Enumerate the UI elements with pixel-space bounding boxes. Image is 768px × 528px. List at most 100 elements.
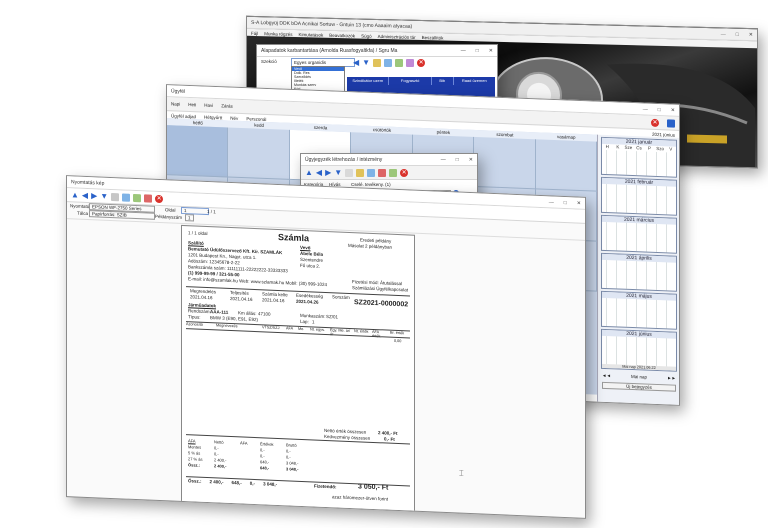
mini-month: 2021 június Mai nap 2021.06.22 — [601, 328, 677, 372]
export-icon[interactable] — [133, 193, 142, 202]
stop-icon[interactable]: ✕ — [155, 194, 164, 203]
copy-sub: Másolat 2 példányban — [348, 242, 393, 250]
maximize-icon[interactable]: □ — [736, 31, 739, 37]
zoom-out-icon[interactable] — [111, 192, 120, 201]
minimize-icon[interactable]: — — [721, 31, 726, 37]
print-icon[interactable] — [367, 168, 376, 177]
close-icon[interactable]: ✕ — [671, 107, 675, 113]
mini-month-days[interactable] — [602, 221, 676, 253]
next-page-icon[interactable]: ▶ — [91, 191, 97, 200]
pdf-icon[interactable] — [144, 193, 153, 203]
ok-icon[interactable] — [389, 168, 398, 177]
stop-icon[interactable]: ✕ — [400, 168, 409, 177]
dialog-title: Ügyjegyzék létrehozás / intézmény — [305, 156, 383, 163]
dialog-title-bar: Ügyjegyzék létrehozás / intézmény — □ ✕ — [301, 154, 477, 166]
fulfil-value: 2021.04.16 — [230, 295, 253, 302]
close-view-button[interactable]: Zárás — [221, 103, 233, 108]
day-cell[interactable] — [535, 139, 597, 192]
invoice-page: 1 / 1 oldal Számla Eredeti példány Másol… — [181, 224, 415, 513]
view-week-button[interactable]: Heti — [188, 102, 196, 107]
page-total: 1 / 1 — [207, 209, 216, 215]
tab[interactable]: Fogyasztó — [389, 77, 432, 85]
mini-month: 2021 május — [601, 290, 677, 330]
day-cell[interactable] — [167, 125, 229, 178]
print-icon[interactable] — [122, 192, 131, 202]
close-icon[interactable]: ✕ — [489, 48, 493, 54]
minimize-icon[interactable]: — — [441, 157, 446, 163]
due-value: 2021.04.26 — [296, 298, 319, 305]
day-cell[interactable] — [228, 127, 290, 180]
copies-field[interactable]: 1 — [185, 214, 194, 222]
maximize-icon[interactable]: □ — [456, 157, 459, 163]
activity-label: Cselé. tevékeny. (1) — [351, 182, 391, 187]
stop-icon[interactable]: ✕ — [651, 118, 659, 127]
cursor-icon: ⌶ — [459, 468, 464, 478]
vat-cell: 648,- — [260, 465, 270, 471]
stop-icon[interactable]: ✕ — [417, 59, 426, 67]
maximize-icon[interactable]: □ — [564, 199, 567, 205]
folder-icon[interactable] — [356, 168, 365, 177]
close-icon[interactable]: ✕ — [577, 200, 581, 206]
vat-cell — [240, 464, 254, 471]
first-page-icon[interactable]: ▲ — [71, 190, 79, 199]
day-cell[interactable] — [474, 136, 536, 190]
copies-label: Példányszám — [155, 213, 183, 220]
delete-icon[interactable] — [378, 168, 387, 177]
back-arrow-icon[interactable]: ◀ — [353, 59, 359, 67]
up-arrow-icon[interactable]: ▲ — [305, 168, 313, 177]
folder-icon[interactable] — [373, 59, 382, 67]
view-month-button[interactable]: Havi — [204, 103, 213, 108]
mini-month-days[interactable] — [602, 183, 676, 215]
amount-due-value: 3 050,- Ft — [358, 483, 389, 492]
close-icon[interactable]: ✕ — [749, 32, 753, 38]
down-arrow-icon[interactable]: ▼ — [334, 168, 342, 177]
page-label: Oldal — [165, 207, 176, 213]
nav-next-button[interactable]: ►► — [667, 375, 676, 380]
plate-value: AAA-111 — [210, 309, 229, 315]
window-title: S-A Lobgyüj DDK bDA Acnikai Sortuw - Gnt… — [251, 19, 413, 30]
menu-item[interactable]: Súgó — [361, 33, 372, 38]
window-title: Nyomtatás kép — [71, 178, 105, 187]
doc-icon[interactable] — [345, 168, 354, 177]
mini-month-days[interactable] — [602, 259, 676, 291]
mini-month-days[interactable] — [602, 149, 676, 177]
check-icon[interactable] — [395, 59, 404, 67]
tool-icon[interactable] — [406, 59, 415, 67]
last-page-icon[interactable]: ▼ — [100, 191, 108, 200]
maximize-icon[interactable]: □ — [658, 107, 661, 113]
minimize-icon[interactable]: — — [643, 106, 648, 112]
sub-tool[interactable]: Név — [230, 115, 238, 120]
help-icon[interactable] — [667, 118, 675, 128]
worksheet-value: SZ/01 — [326, 314, 339, 320]
vat-cell: Össz.: — [188, 462, 201, 468]
doc-icon[interactable] — [384, 59, 393, 67]
prev-page-icon[interactable]: ◀ — [82, 190, 88, 199]
lap-label: Lap: — [300, 318, 309, 325]
seller-label: Szállító — [188, 240, 204, 246]
amount-in-words: azaz háromezer-ötven forint — [332, 494, 389, 502]
section-label: Szekció — [261, 59, 277, 64]
mini-month-days[interactable] — [602, 335, 676, 367]
nav-prev-button[interactable]: ◄◄ — [602, 373, 611, 378]
forward-arrow-icon[interactable]: ▶ — [325, 168, 331, 177]
tray-select[interactable]: Papírforrás: SZIB — [89, 210, 155, 220]
tab[interactable]: Bib — [432, 77, 454, 85]
view-day-button[interactable]: Napi — [171, 101, 180, 106]
back-arrow-icon[interactable]: ◀ — [316, 168, 322, 177]
minimize-icon[interactable]: — — [461, 48, 466, 54]
sum-cell: 648,- — [231, 480, 242, 486]
today-button[interactable]: Mai nap — [631, 374, 647, 380]
tray-label: Tálca — [77, 210, 89, 217]
fulfil-header: Teljesítés — [230, 289, 249, 296]
maximize-icon[interactable]: □ — [476, 48, 479, 54]
new-entry-button[interactable]: Új bejegyzés — [602, 381, 676, 392]
tab[interactable]: Raad üzemen — [454, 77, 495, 85]
tab[interactable]: Szindikátor uzem — [347, 77, 390, 85]
vat-cell: 3 048,- — [286, 466, 299, 472]
minimize-icon[interactable]: — — [549, 199, 554, 205]
mini-month-days[interactable] — [602, 297, 676, 329]
menu-item[interactable]: Fájl — [251, 30, 258, 35]
close-icon[interactable]: ✕ — [469, 157, 473, 163]
vat-cell: 2 400,- — [214, 463, 227, 469]
down-arrow-icon[interactable]: ▼ — [362, 59, 370, 67]
